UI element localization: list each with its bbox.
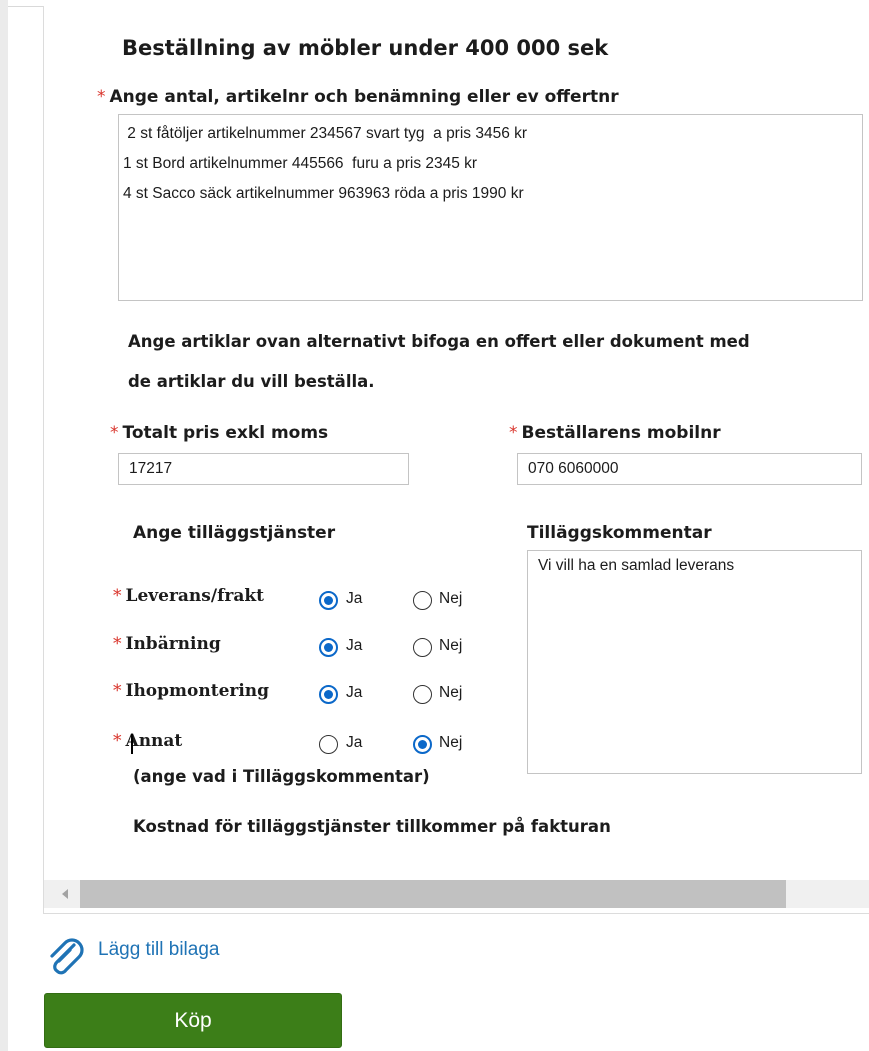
form-title: Beställning av möbler under 400 000 sek [122,36,609,60]
delivery-no-label[interactable]: Nej [439,590,462,608]
article-line: 2 st fåtöljer artikelnummer 234567 svart… [123,125,528,142]
service-row-other: * Annat [113,731,182,751]
services-heading: Ange tilläggstjänster [133,523,336,543]
mobile-label: Beställarens mobilnr [521,423,721,443]
delivery-yes-radio[interactable] [319,591,338,610]
scroll-left-arrow-icon[interactable] [62,889,68,899]
total-price-input[interactable]: 17217 [118,453,409,485]
comment-label: Tilläggskommentar [527,523,712,543]
other-no-label[interactable]: Nej [439,734,462,752]
required-marker: * [509,423,518,443]
articles-label: Ange antal, artikelnr och benämning elle… [109,87,619,107]
scrollbar-thumb[interactable] [80,880,786,908]
comment-text: Vi vill ha en samlad leverans [538,557,735,574]
assembly-yes-label[interactable]: Ja [346,684,362,702]
carry-in-no-radio[interactable] [413,638,432,657]
required-marker: * [97,87,106,107]
other-yes-radio[interactable] [319,735,338,754]
delivery-yes-label[interactable]: Ja [346,590,362,608]
service-label-carry-in: Inbärning [125,634,221,654]
total-price-label: Totalt pris exkl moms [122,423,329,443]
required-marker: * [110,423,119,443]
carry-in-yes-label[interactable]: Ja [346,637,362,655]
buy-button[interactable]: Köp [44,993,342,1048]
assembly-no-radio[interactable] [413,685,432,704]
required-marker: * [113,731,122,751]
page-left-border [0,0,8,1051]
required-marker: * [113,586,122,606]
service-row-delivery: * Leverans/frakt [113,586,264,606]
add-attachment-link[interactable]: Lägg till bilaga [98,939,219,961]
assembly-no-label[interactable]: Nej [439,684,462,702]
service-row-carry-in: * Inbärning [113,634,221,654]
info-text-line-1: Ange artiklar ovan alternativt bifoga en… [128,332,750,351]
total-price-label-row: * Totalt pris exkl moms [110,423,328,443]
mobile-input[interactable]: 070 6060000 [517,453,862,485]
other-hint: (ange vad i Tilläggskommentar) [133,767,430,786]
carry-in-no-label[interactable]: Nej [439,637,462,655]
assembly-yes-radio[interactable] [319,685,338,704]
article-line: 1 st Bord artikelnummer 445566 furu a pr… [123,155,478,172]
service-row-assembly: * Ihopmontering [113,681,269,701]
info-text-line-2: de artiklar du vill beställa. [128,372,375,391]
carry-in-yes-radio[interactable] [319,638,338,657]
articles-textarea[interactable]: 2 st fåtöljer artikelnummer 234567 svart… [118,114,863,301]
paperclip-icon[interactable] [44,935,86,977]
service-label-assembly: Ihopmontering [125,681,270,701]
other-no-radio[interactable] [413,735,432,754]
required-marker: * [113,634,122,654]
cost-note: Kostnad för tilläggstjänster tillkommer … [133,817,611,836]
delivery-no-radio[interactable] [413,591,432,610]
other-yes-label[interactable]: Ja [346,734,362,752]
comment-textarea[interactable]: Vi vill ha en samlad leverans [527,550,862,774]
service-label-delivery: Leverans/frakt [125,586,265,606]
articles-label-row: * Ange antal, artikelnr och benämning ell… [97,87,619,107]
required-marker: * [113,681,122,701]
text-cursor [131,734,133,754]
service-label-other: Annat [125,731,183,751]
mobile-label-row: * Beställarens mobilnr [509,423,721,443]
article-line: 4 st Sacco säck artikelnummer 963963 röd… [123,185,524,202]
